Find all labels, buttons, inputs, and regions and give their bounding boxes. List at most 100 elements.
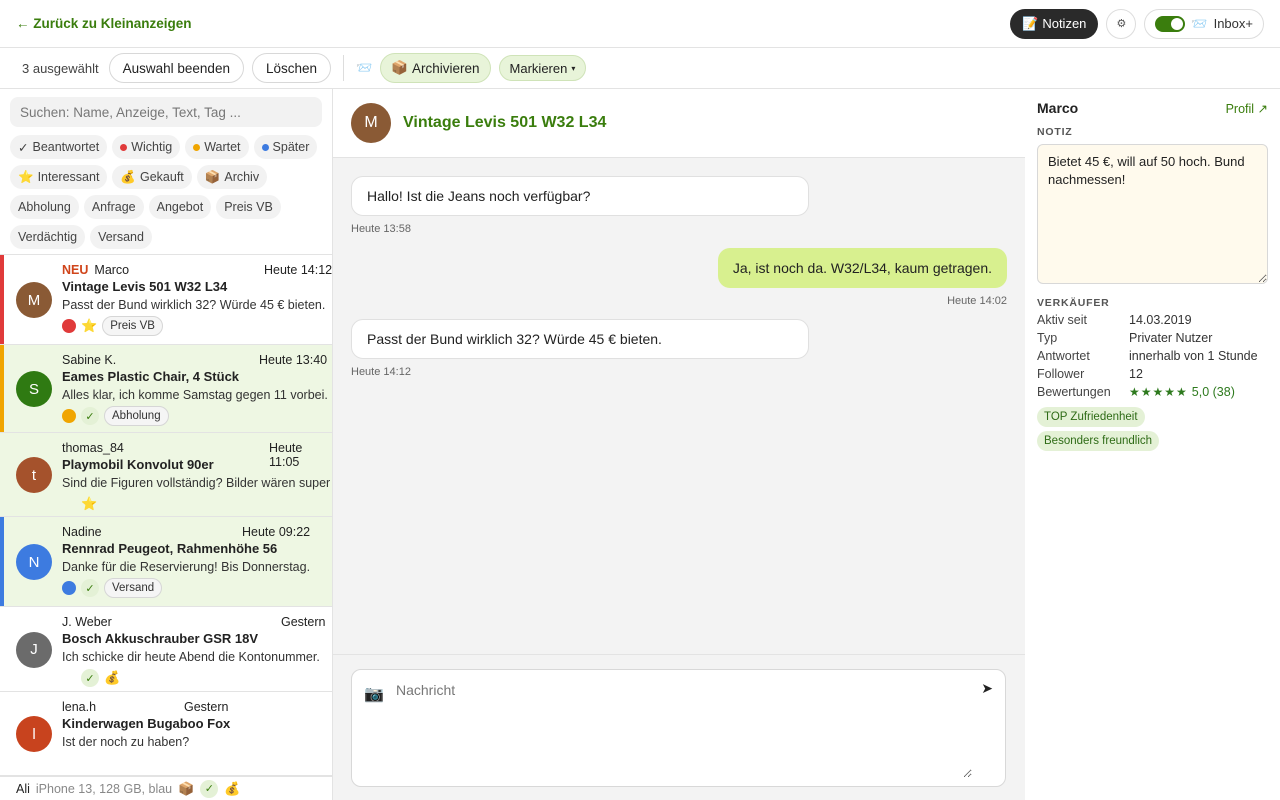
timestamp: Heute 11:05 xyxy=(269,441,303,469)
color-dot-icon xyxy=(261,143,269,151)
fact-value: Privater Nutzer xyxy=(1129,331,1213,345)
selected-count: 3 ausgewählt xyxy=(22,60,99,76)
filter-chip-label: Gekauft xyxy=(140,170,184,184)
sent-message[interactable]: Ja, ist noch da. W32/L34, kaum getragen. xyxy=(717,248,1007,288)
divider xyxy=(343,55,345,81)
label-tag: Preis VB xyxy=(102,316,163,336)
search-input[interactable] xyxy=(10,97,322,127)
money-bag-icon: 💰 xyxy=(120,169,136,184)
top-bar: ← Zurück zu Kleinanzeigen 📝 Notizen ⚙ 📨 … xyxy=(0,0,1280,48)
conversation-tags: ✓ Versand xyxy=(62,578,332,598)
camera-icon[interactable]: 📷 xyxy=(364,684,384,704)
conversation-row[interactable]: S Sabine K. Heute 13:40 Eames Plastic Chair… xyxy=(0,345,332,433)
avatar: M xyxy=(351,103,391,143)
filter-chip-label: Wichtig xyxy=(131,140,173,154)
filter-chip[interactable]: Später xyxy=(253,135,318,159)
received-message[interactable]: Hallo! Ist die Jeans noch verfügbar? xyxy=(351,176,809,216)
settings-button[interactable]: ⚙ xyxy=(1106,8,1137,39)
timestamp: Heute 09:22 xyxy=(242,525,311,539)
move-to-inbox-icon[interactable]: 📨 xyxy=(356,60,372,76)
inbox-plus-toggle[interactable]: 📨 Inbox+ xyxy=(1144,8,1264,39)
filter-chip[interactable]: Verdächtig xyxy=(10,225,86,249)
filter-chip[interactable]: Anfrage xyxy=(83,195,144,219)
filter-chip[interactable]: Angebot xyxy=(148,195,212,219)
ratings-label: Bewertungen xyxy=(1037,385,1111,399)
filter-chip-label: Später xyxy=(272,140,310,154)
filter-chip[interactable]: Versand xyxy=(90,225,152,249)
rating-value: 5,0 (38) xyxy=(1191,385,1235,399)
filter-chip[interactable]: ⭐ Interessant xyxy=(10,165,108,189)
mark-dropdown[interactable]: Markieren ▾ xyxy=(498,55,587,81)
message-preview: Sind die Figuren vollständig? Bilder wär… xyxy=(62,476,331,490)
checkmark-icon: ✓ xyxy=(200,779,219,798)
priority-bar xyxy=(0,517,4,606)
conversation-list: M NEU Marco Heute 14:12 Vintage Levis 501 W3… xyxy=(0,254,332,776)
end-selection-button[interactable]: Auswahl beenden xyxy=(108,53,244,83)
partial-conversation-row[interactable]: Ali iPhone 13, 128 GB, blau 📦 ✓ 💰 xyxy=(0,776,332,800)
filter-chip[interactable]: 💰 Gekauft xyxy=(112,165,192,189)
sender-name: Nadine xyxy=(62,525,102,539)
filter-chip-label: Anfrage xyxy=(91,200,136,214)
filter-chip[interactable]: 📦 Archiv xyxy=(196,165,268,189)
color-dot-icon xyxy=(193,143,201,151)
listing-title: Eames Plastic Chair, 4 Stück xyxy=(62,369,240,384)
note-textarea[interactable]: Bietet 45 €, will auf 50 hoch. Bund nach… xyxy=(1037,144,1268,284)
chevron-down-icon: ▾ xyxy=(571,63,576,73)
filter-chip[interactable]: Wartet xyxy=(185,135,249,159)
conversation-row[interactable]: l lena.h Gestern Kinderwagen Bugaboo Fox Ist… xyxy=(0,692,332,776)
filter-chip-label: Angebot xyxy=(156,200,204,214)
badge-wrap: TOP Zufriedenheit xyxy=(1037,407,1268,427)
partial-row-name: Ali xyxy=(16,781,30,796)
message-preview: Danke für die Reservierung! Bis Donnerst… xyxy=(62,560,311,574)
partial-row-preview: iPhone 13, 128 GB, blau xyxy=(35,781,173,796)
filter-chip[interactable]: Abholung xyxy=(10,195,79,219)
message-timestamp: Heute 13:58 xyxy=(351,223,411,235)
archive-button[interactable]: 📦 Archivieren xyxy=(380,53,491,83)
message-thread[interactable]: Hallo! Ist die Jeans noch verfügbar? Heut… xyxy=(333,158,1025,654)
fact-key: Follower xyxy=(1037,367,1085,381)
send-icon[interactable]: ➤ xyxy=(981,680,993,697)
conversation-row[interactable]: t thomas_84 Heute 11:05 Playmobil Konvolut … xyxy=(0,433,332,517)
composer-area: 📷 ➤ xyxy=(333,654,1025,800)
back-link[interactable]: ← Zurück zu Kleinanzeigen xyxy=(16,16,192,31)
checkmark-icon: ✓ xyxy=(18,140,29,155)
conversation-row[interactable]: N Nadine Heute 09:22 Rennrad Peugeot, Rahme… xyxy=(0,517,332,607)
toggle-switch[interactable] xyxy=(1155,15,1186,32)
message-preview: Ist der noch zu haben? xyxy=(62,735,190,749)
listing-title-link[interactable]: Vintage Levis 501 W32 L34 xyxy=(403,114,606,132)
filter-chip[interactable]: Wichtig xyxy=(112,135,181,159)
timestamp: Gestern xyxy=(281,615,326,629)
inbox-plus-label: Inbox+ xyxy=(1213,16,1253,31)
filter-chip[interactable]: ✓ Beantwortet xyxy=(10,135,108,159)
box-icon: 📦 xyxy=(178,780,195,796)
conversation-tags: ✓ 💰 xyxy=(62,668,332,688)
contact-name: Marco xyxy=(1037,100,1079,116)
received-message[interactable]: Passt der Bund wirklich 32? Würde 45 € b… xyxy=(351,319,809,359)
message-preview: Passt der Bund wirklich 32? Würde 45 € b… xyxy=(62,298,326,312)
avatar: M xyxy=(16,282,52,318)
profile-link[interactable]: Profil ↗ xyxy=(1226,101,1268,116)
avatar: S xyxy=(16,371,52,407)
conversation-row[interactable]: M NEU Marco Heute 14:12 Vintage Levis 501 W3… xyxy=(0,255,332,345)
fact-key: Typ xyxy=(1037,331,1058,345)
delete-button[interactable]: Löschen xyxy=(251,53,332,83)
notes-button-label: Notizen xyxy=(1042,16,1087,31)
seller-label: VERKÄUFER xyxy=(1037,297,1110,309)
filter-chip[interactable]: Preis VB xyxy=(216,195,281,219)
avatar: l xyxy=(16,716,52,752)
fact-key: Aktiv seit xyxy=(1037,313,1088,327)
top-right-controls: 📝 Notizen ⚙ 📨 Inbox+ xyxy=(1010,8,1264,39)
conversation-row[interactable]: J J. Weber Gestern Bosch Akkuschrauber GSR … xyxy=(0,607,332,692)
mark-dropdown-label: Markieren xyxy=(509,60,568,76)
filter-chip-label: Verdächtig xyxy=(18,230,78,244)
message-preview: Ich schicke dir heute Abend die Kontonum… xyxy=(62,650,320,664)
filter-chips: ✓ Beantwortet Wichtig Wartet Später ⭐ Interess… xyxy=(0,127,332,249)
conversation-tags: ⭐ xyxy=(62,494,332,514)
star-icon: ⭐ xyxy=(18,169,34,184)
archive-button-label: Archivieren xyxy=(412,60,480,76)
bulk-action-bar: 3 ausgewählt Auswahl beenden Löschen 📨 📦… xyxy=(0,48,1280,89)
notes-button[interactable]: 📝 Notizen xyxy=(1010,8,1099,39)
fact-value: innerhalb von 1 Stunde xyxy=(1129,349,1258,363)
message-input[interactable] xyxy=(396,682,972,778)
listing-title: Rennrad Peugeot, Rahmenhöhe 56 xyxy=(62,541,278,556)
